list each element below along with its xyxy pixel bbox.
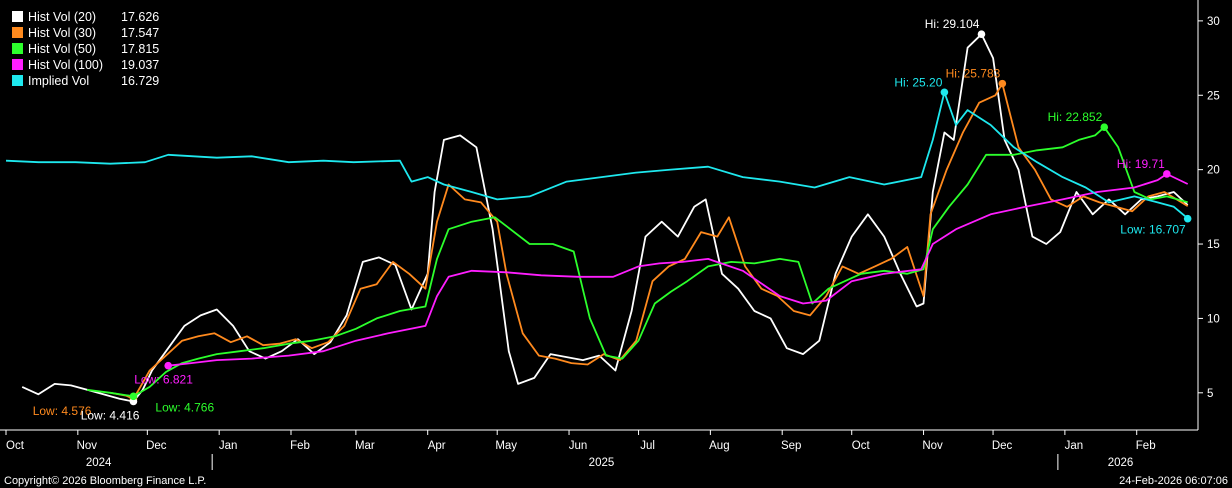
x-tick-label: Jan	[1065, 440, 1084, 452]
legend-series-name: Hist Vol (20)	[28, 10, 96, 24]
x-tick-label: Nov	[922, 440, 943, 452]
y-tick-label: 25	[1207, 90, 1220, 102]
y-tick-label: 5	[1207, 388, 1213, 400]
x-tick-label: Oct	[6, 440, 25, 452]
extreme-label: Hi: 22.852	[1048, 110, 1103, 124]
series-line-4	[168, 173, 1189, 367]
series-line-1	[21, 33, 1189, 403]
legend-series-name: Implied Vol	[28, 74, 89, 88]
extreme-label: Hi: 25.783	[946, 67, 1001, 81]
extreme-marker	[1100, 123, 1109, 132]
x-tick-label: Nov	[77, 440, 98, 452]
extreme-marker	[129, 392, 138, 401]
timestamp-text: 24-Feb-2026 06:07:06	[1119, 475, 1228, 487]
x-tick-label: Aug	[709, 440, 729, 452]
footer: Copyright© 2026 Bloomberg Finance L.P. 2…	[4, 475, 1228, 487]
x-tick-label: Feb	[1136, 440, 1156, 452]
y-tick-label: 10	[1207, 313, 1220, 325]
y-tick-label: 20	[1207, 165, 1220, 177]
extreme-label: Low: 16.707	[1120, 223, 1186, 237]
x-tick-label: Sep	[781, 440, 801, 452]
legend-series-value: 19.037	[121, 58, 159, 72]
y-axis: 5 10 15 20 25 30	[1198, 16, 1220, 400]
copyright-text: Copyright© 2026 Bloomberg Finance L.P.	[4, 475, 206, 487]
extreme-label: Hi: 29.104	[925, 17, 980, 31]
x-tick-label: Jun	[569, 440, 588, 452]
plot-frame	[0, 0, 1199, 431]
legend-swatch	[12, 11, 23, 22]
legend-swatch	[12, 43, 23, 54]
x-tick-label: Mar	[355, 440, 375, 452]
legend-swatch	[12, 59, 23, 70]
extreme-marker	[1163, 170, 1171, 178]
extreme-marker	[940, 88, 949, 97]
extreme-marker	[998, 79, 1007, 88]
year-label: 2025	[589, 457, 615, 469]
legend-series-value: 16.729	[121, 74, 159, 88]
x-tick-label: Oct	[852, 440, 871, 452]
legend-series-name: Hist Vol (100)	[28, 58, 103, 72]
extreme-marker	[977, 30, 986, 39]
extreme-label: Low: 4.766	[155, 400, 214, 414]
volatility-chart: Hi: 29.104 Hi: 25.783 Hi: 25.20 Hi: 22.852 H…	[0, 0, 1228, 487]
extreme-marker	[1183, 214, 1192, 223]
x-tick-label: Jan	[219, 440, 238, 452]
legend-swatch	[12, 75, 23, 86]
y-tick-label: 30	[1207, 16, 1220, 28]
extreme-label: Hi: 25.20	[894, 75, 942, 89]
x-tick-label: Dec	[992, 440, 1013, 452]
year-label: 2024	[86, 457, 112, 469]
year-label: 2026	[1108, 457, 1134, 469]
x-tick-label: Dec	[146, 440, 167, 452]
series-line-3	[86, 126, 1188, 398]
legend-series-value: 17.547	[121, 26, 159, 40]
series-layer	[5, 33, 1189, 403]
extreme-label: Low: 6.821	[134, 373, 193, 387]
series-line-2	[110, 82, 1189, 401]
x-axis: Oct Nov Dec Jan Feb Mar Apr May Jun Jul Aug Sep Oct N…	[5, 430, 1156, 470]
legend-series-name: Hist Vol (50)	[28, 42, 96, 56]
extreme-marker	[164, 361, 172, 370]
extreme-label: Low: 4.416	[81, 408, 140, 422]
legend: Hist Vol (20) 17.626 Hist Vol (30) 17.547 Hi…	[4, 6, 168, 96]
extreme-label: Hi: 19.71	[1117, 157, 1165, 171]
x-tick-label: Jul	[640, 440, 655, 452]
legend-series-value: 17.626	[121, 10, 159, 24]
legend-swatch	[12, 27, 23, 38]
x-tick-label: May	[495, 440, 517, 452]
x-tick-label: Apr	[428, 440, 446, 452]
y-tick-label: 15	[1207, 239, 1220, 251]
x-tick-label: Feb	[290, 440, 310, 452]
legend-series-value: 17.815	[121, 42, 159, 56]
legend-series-name: Hist Vol (30)	[28, 26, 96, 40]
